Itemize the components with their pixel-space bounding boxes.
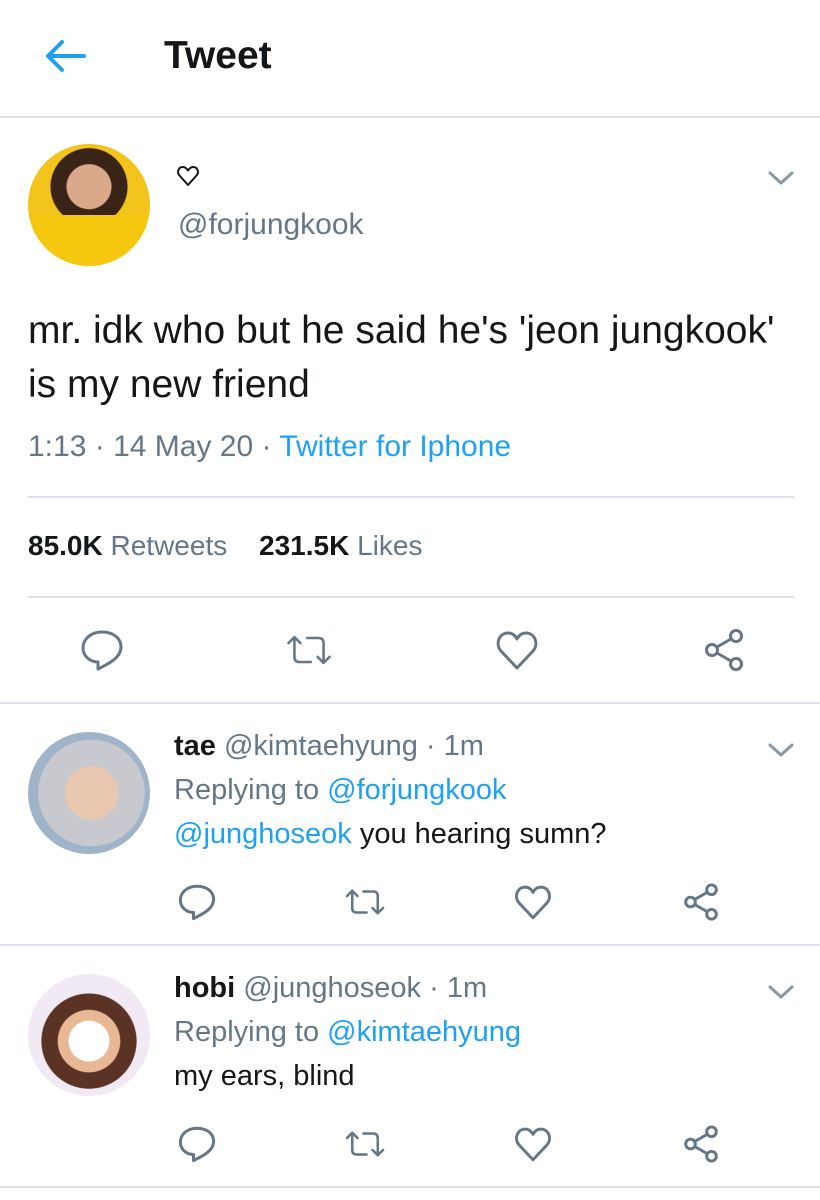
user-handle[interactable]: @forjungkook <box>178 208 364 242</box>
retweet-icon <box>345 889 385 915</box>
tweet-date: 14 May 20 <box>113 430 254 463</box>
reply-time: 1m <box>446 972 488 1004</box>
reply-body: you hearing sumn? <box>351 818 607 850</box>
reply-text: my ears, blind <box>174 1060 355 1092</box>
meta-separator: · <box>261 430 272 463</box>
retweet-button[interactable] <box>344 881 386 923</box>
replying-to-link[interactable]: @kimtaehyung <box>327 1016 521 1048</box>
like-button[interactable] <box>493 626 541 674</box>
reply-tweet[interactable]: hobi @junghoseok · 1m Replying to @kimta… <box>0 946 820 1188</box>
replying-label: Replying to <box>174 1016 320 1048</box>
retweets-stat[interactable]: 85.0K Retweets <box>28 530 227 561</box>
likes-count: 231.5K <box>259 530 350 561</box>
more-options-button[interactable] <box>766 168 796 188</box>
reply-button[interactable] <box>176 1123 218 1165</box>
retweet-icon <box>345 1131 385 1157</box>
chevron-down-icon <box>768 985 794 999</box>
user-name[interactable]: tae <box>174 730 216 762</box>
like-button[interactable] <box>512 881 554 923</box>
replying-to-link[interactable]: @forjungkook <box>327 774 506 806</box>
divider <box>28 496 794 498</box>
chevron-down-icon <box>768 171 794 185</box>
retweet-icon <box>287 635 332 665</box>
main-tweet: @forjungkook mr. idk who but he said he'… <box>0 120 820 704</box>
replying-to: Replying to @kimtaehyung <box>174 1016 521 1049</box>
tweet-text: mr. idk who but he said he's 'jeon jungk… <box>28 309 775 406</box>
speech-bubble-icon <box>178 1126 216 1163</box>
likes-label: Likes <box>357 530 423 561</box>
divider <box>28 596 794 598</box>
avatar[interactable] <box>28 974 150 1096</box>
chevron-down-icon <box>768 743 794 757</box>
heart-icon <box>496 631 537 670</box>
avatar[interactable] <box>28 732 150 854</box>
retweet-button[interactable] <box>344 1123 386 1165</box>
replying-to: Replying to @forjungkook <box>174 774 507 807</box>
engagement-stats: 85.0K Retweets 231.5K Likes <box>28 530 422 562</box>
speech-bubble-icon <box>178 884 216 921</box>
tweet-source-link[interactable]: Twitter for Iphone <box>279 430 511 463</box>
user-handle[interactable]: @kimtaehyung <box>224 730 418 762</box>
mention-link[interactable]: @junghoseok <box>174 818 352 850</box>
reply-text: @junghoseok you hearing sumn? <box>174 818 607 851</box>
likes-stat[interactable]: 231.5K Likes <box>259 530 422 561</box>
user-name[interactable]: hobi <box>174 972 235 1004</box>
tweet-actions <box>78 622 748 678</box>
replying-label: Replying to <box>174 774 320 806</box>
reply-button[interactable] <box>78 626 126 674</box>
speech-bubble-icon <box>81 630 123 671</box>
page-title: Tweet <box>164 34 272 77</box>
back-button[interactable] <box>40 36 88 76</box>
retweet-button[interactable] <box>285 626 333 674</box>
like-button[interactable] <box>512 1123 554 1165</box>
reply-actions <box>176 878 722 926</box>
retweets-label: Retweets <box>110 530 228 561</box>
reply-header: tae @kimtaehyung · 1m <box>174 730 484 763</box>
tweet-meta: 1:13 · 14 May 20 · Twitter for Iphone <box>28 430 511 464</box>
meta-separator: · <box>425 730 436 762</box>
reply-tweet[interactable]: tae @kimtaehyung · 1m Replying to @forju… <box>0 704 820 946</box>
retweets-count: 85.0K <box>28 530 103 561</box>
meta-separator: · <box>94 430 105 463</box>
share-icon <box>684 1125 718 1163</box>
reply-header: hobi @junghoseok · 1m <box>174 972 487 1005</box>
more-options-button[interactable] <box>766 982 796 1002</box>
share-icon <box>704 629 743 671</box>
reply-button[interactable] <box>176 881 218 923</box>
heart-outline-icon <box>176 164 200 188</box>
share-button[interactable] <box>680 1123 722 1165</box>
top-bar: Tweet <box>0 0 820 118</box>
tweet-time: 1:13 <box>28 430 87 463</box>
heart-icon <box>515 1127 551 1162</box>
avatar[interactable] <box>28 144 150 266</box>
meta-separator: · <box>429 972 439 1004</box>
share-button[interactable] <box>680 881 722 923</box>
more-options-button[interactable] <box>766 740 796 760</box>
share-button[interactable] <box>700 626 748 674</box>
heart-icon <box>515 885 551 920</box>
user-handle[interactable]: @junghoseok <box>243 972 421 1004</box>
reply-actions <box>176 1120 722 1168</box>
share-icon <box>684 883 718 921</box>
reply-time: 1m <box>443 730 484 762</box>
tweet-page: Tweet @forjungkook mr. idk who but he sa… <box>0 0 820 1200</box>
arrow-left-icon <box>46 40 86 72</box>
